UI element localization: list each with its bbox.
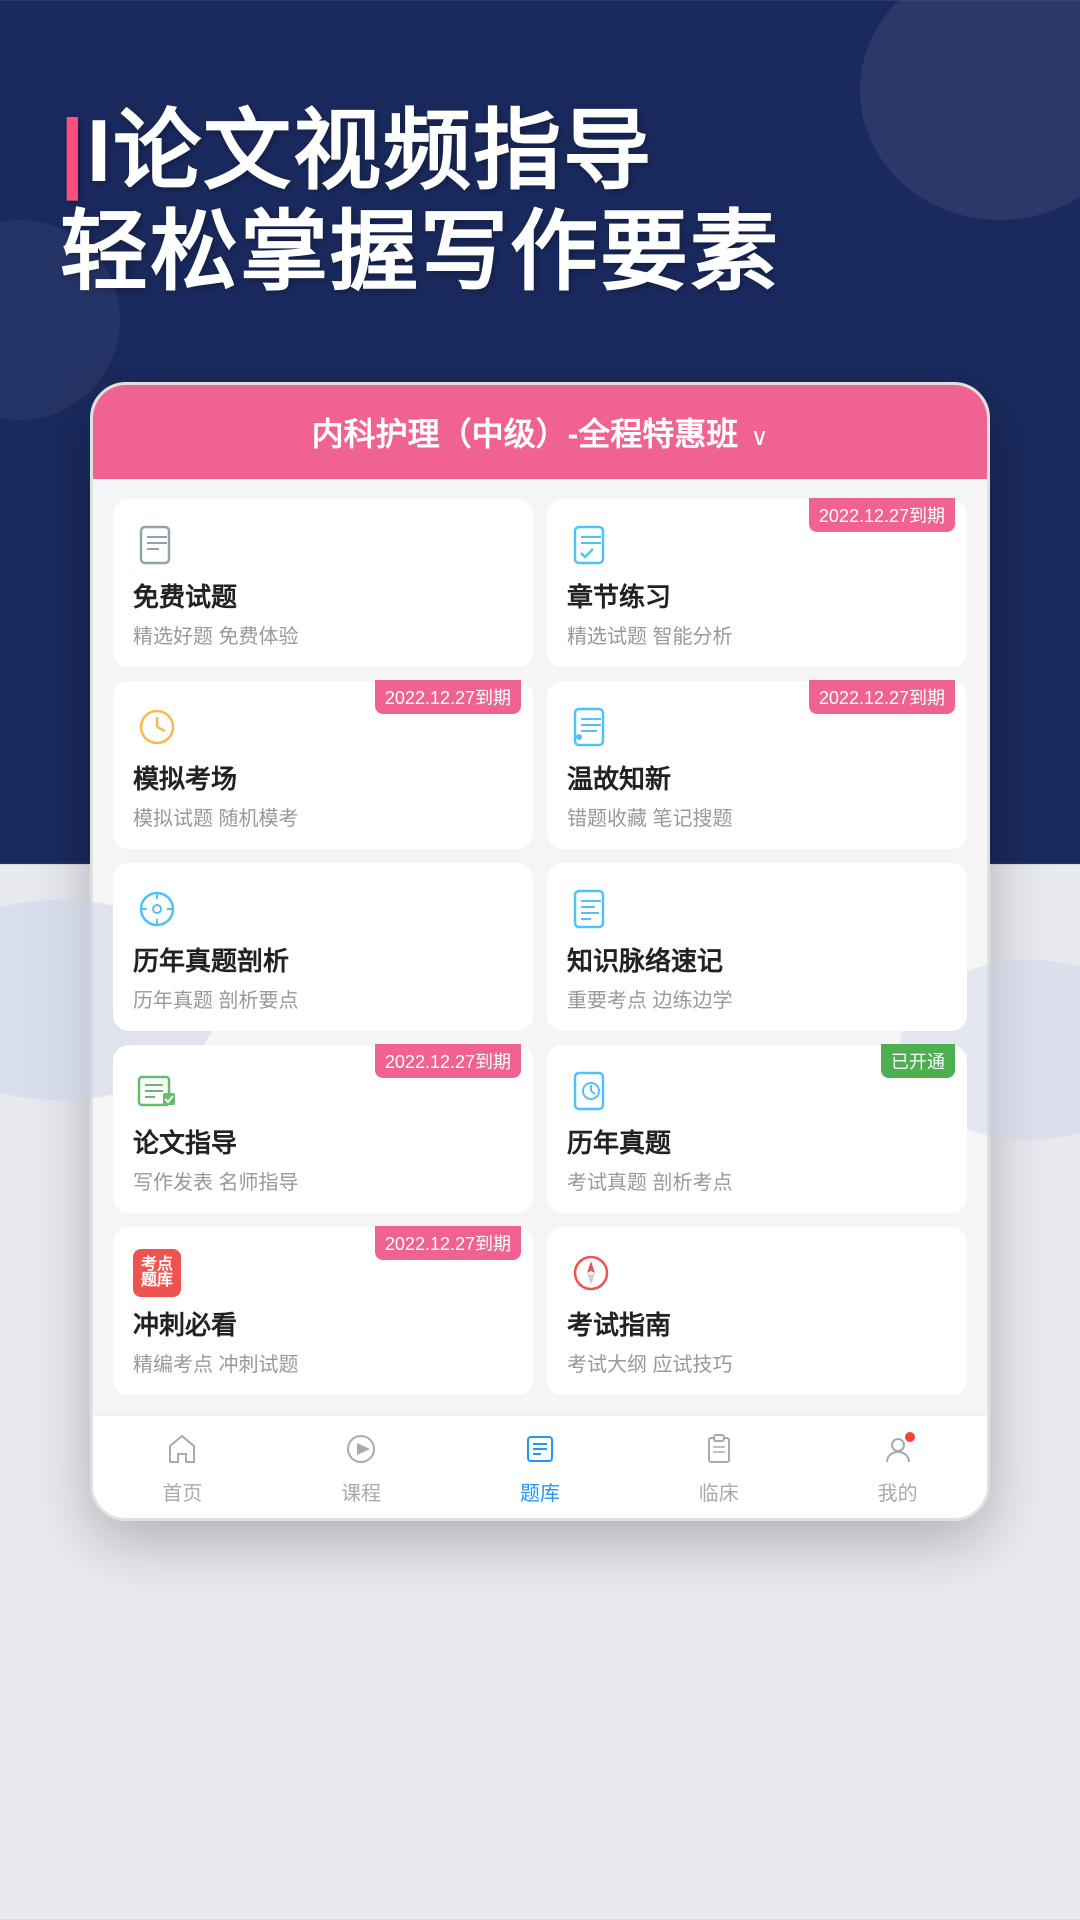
clock-icon — [133, 703, 181, 751]
nav-course[interactable]: 课程 — [272, 1432, 451, 1506]
bottom-nav: 首页 课程 — [93, 1415, 987, 1518]
nav-mine-label: 我的 — [878, 1477, 918, 1506]
card-review[interactable]: 2022.12.27到期 温故知新 错题收藏 笔记搜题 — [547, 681, 967, 849]
chapter-practice-desc: 精选试题 智能分析 — [567, 620, 947, 649]
chapter-practice-badge: 2022.12.27到期 — [809, 498, 955, 532]
card-free-exam[interactable]: 免费试题 精选好题 免费体验 — [113, 499, 533, 667]
nav-question[interactable]: 题库 — [451, 1432, 630, 1506]
compass-icon — [567, 1249, 615, 1297]
chevron-down-icon: ∨ — [751, 424, 769, 451]
app-header-title: 内科护理（中级）-全程特惠班 — [312, 416, 739, 452]
free-exam-title: 免费试题 — [133, 577, 513, 614]
doc-icon — [133, 521, 181, 569]
history-icon — [133, 885, 181, 933]
card-past-analysis[interactable]: 历年真题剖析 历年真题 剖析要点 — [113, 863, 533, 1031]
card-sprint[interactable]: 2022.12.27到期 考点题库 冲刺必看 精编考点 冲刺试题 — [113, 1227, 533, 1395]
sprint-icon: 考点题库 — [133, 1249, 181, 1297]
past-analysis-title: 历年真题剖析 — [133, 941, 513, 978]
nav-question-label: 题库 — [520, 1477, 560, 1506]
app-content: 免费试题 精选好题 免费体验 2022.12.27到期 章节练习 — [93, 479, 987, 1415]
review-desc: 错题收藏 笔记搜题 — [567, 802, 947, 831]
sprint-badge: 2022.12.27到期 — [375, 1226, 521, 1260]
guide-desc: 考试大纲 应试技巧 — [567, 1348, 947, 1377]
user-icon-wrapper — [881, 1432, 915, 1471]
doc-check-icon — [567, 521, 615, 569]
nav-clinical[interactable]: 临床 — [629, 1432, 808, 1506]
knowledge-title: 知识脉络速记 — [567, 941, 947, 978]
essay-icon — [133, 1067, 181, 1115]
nav-home-label: 首页 — [162, 1477, 202, 1506]
guide-title: 考试指南 — [567, 1305, 947, 1342]
knowledge-icon — [567, 885, 615, 933]
exam-history-icon — [567, 1067, 615, 1115]
home-icon-wrapper — [165, 1432, 199, 1471]
card-essay[interactable]: 2022.12.27到期 论文指导 写作发表 名师指导 — [113, 1045, 533, 1213]
card-past-exam[interactable]: 已开通 历年真题 考试真题 剖析考点 — [547, 1045, 967, 1213]
play-icon-wrapper — [344, 1432, 378, 1471]
nav-course-label: 课程 — [341, 1477, 381, 1506]
past-analysis-desc: 历年真题 剖析要点 — [133, 984, 513, 1013]
hero-line2: 轻松掌握写作要素 — [60, 202, 780, 301]
app-header[interactable]: 内科护理（中级）-全程特惠班 ∨ — [93, 385, 987, 479]
free-exam-desc: 精选好题 免费体验 — [133, 620, 513, 649]
notification-dot — [905, 1432, 915, 1442]
essay-desc: 写作发表 名师指导 — [133, 1166, 513, 1195]
knowledge-desc: 重要考点 边练边学 — [567, 984, 947, 1013]
list-icon-wrapper — [523, 1432, 557, 1471]
mock-exam-title: 模拟考场 — [133, 759, 513, 796]
device-wrapper: 内科护理（中级）-全程特惠班 ∨ 免费试题 精选 — [0, 382, 1080, 1521]
mock-exam-badge: 2022.12.27到期 — [375, 680, 521, 714]
card-chapter-practice[interactable]: 2022.12.27到期 章节练习 精选试题 智能分析 — [547, 499, 967, 667]
essay-badge: 2022.12.27到期 — [375, 1044, 521, 1078]
mock-exam-desc: 模拟试题 随机模考 — [133, 802, 513, 831]
note-icon — [567, 703, 615, 751]
hero-line1: I论文视频指导 — [87, 101, 653, 200]
nav-mine[interactable]: 我的 — [808, 1432, 987, 1506]
review-badge: 2022.12.27到期 — [809, 680, 955, 714]
sprint-desc: 精编考点 冲刺试题 — [133, 1348, 513, 1377]
cards-grid: 免费试题 精选好题 免费体验 2022.12.27到期 章节练习 — [113, 499, 967, 1395]
past-exam-title: 历年真题 — [567, 1123, 947, 1160]
nav-clinical-label: 临床 — [699, 1477, 739, 1506]
clipboard-icon-wrapper — [702, 1432, 736, 1471]
past-exam-desc: 考试真题 剖析考点 — [567, 1166, 947, 1195]
hero-pipe: | — [60, 101, 87, 200]
card-knowledge[interactable]: 知识脉络速记 重要考点 边练边学 — [547, 863, 967, 1031]
app-device: 内科护理（中级）-全程特惠班 ∨ 免费试题 精选 — [90, 382, 990, 1521]
review-title: 温故知新 — [567, 759, 947, 796]
nav-home[interactable]: 首页 — [93, 1432, 272, 1506]
card-guide[interactable]: 考试指南 考试大纲 应试技巧 — [547, 1227, 967, 1395]
sprint-title: 冲刺必看 — [133, 1305, 513, 1342]
chapter-practice-title: 章节练习 — [567, 577, 947, 614]
card-mock-exam[interactable]: 2022.12.27到期 模拟考场 模拟试题 随机模考 — [113, 681, 533, 849]
past-exam-badge: 已开通 — [881, 1044, 955, 1078]
essay-title: 论文指导 — [133, 1123, 513, 1160]
